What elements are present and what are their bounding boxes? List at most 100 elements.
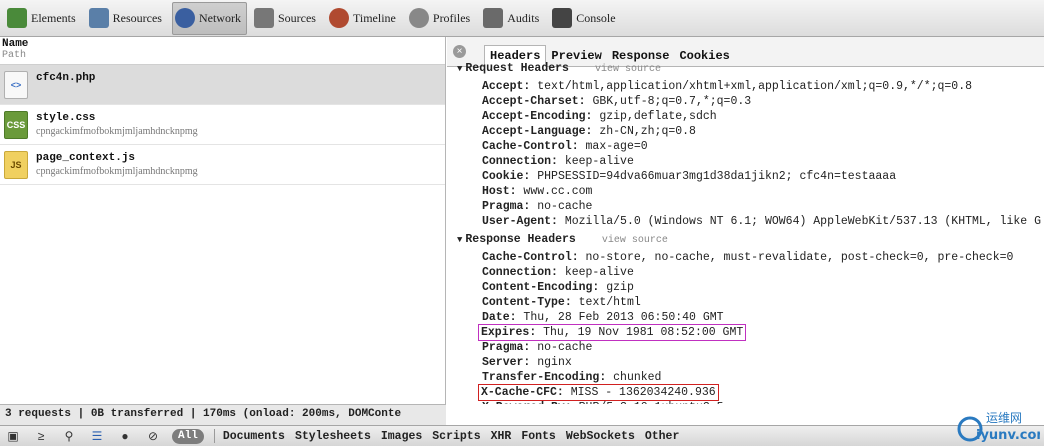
header-line: Accept-Language: zh-CN,zh;q=0.8: [482, 125, 696, 138]
list-item[interactable]: CSS style.css cpngackimfmofbokmjmljamhdn…: [0, 105, 445, 145]
header-key: Pragma: [482, 341, 524, 354]
path-column-label: Path: [2, 50, 27, 61]
clear-icon[interactable]: ⊘: [144, 428, 162, 444]
filter-scripts[interactable]: Scripts: [432, 430, 480, 443]
tab-elements[interactable]: Elements: [4, 2, 82, 35]
file-name: page_context.js: [36, 152, 136, 164]
name-column-label: Name: [2, 38, 29, 50]
response-headers-section[interactable]: ▼ Response Headers view source: [457, 232, 1044, 248]
devtools-toolbar: Elements Resources Network Sources Timel…: [0, 0, 1044, 37]
status-bar: 3 requests | 0B transferred | 170ms (onl…: [0, 404, 446, 425]
highlight-box: X-Cache-CFC: MISS - 1362034240.936: [478, 384, 719, 401]
view-source-link[interactable]: view source: [602, 235, 668, 246]
header-key: Content-Type: [482, 296, 565, 309]
tab-label: Profiles: [432, 10, 471, 25]
header-value: Thu, 19 Nov 1981 08:52:00 GMT: [543, 326, 744, 339]
header-key: Accept-Charset: [482, 95, 579, 108]
tab-console[interactable]: Console: [549, 2, 621, 35]
search-icon[interactable]: ⚲: [60, 428, 78, 444]
list-view-icon[interactable]: ☰: [88, 428, 106, 444]
header-value: Mozilla/5.0 (Windows NT 6.1; WOW64) Appl…: [564, 215, 1042, 228]
timeline-icon: [328, 8, 349, 28]
header-key: Transfer-Encoding: [482, 371, 600, 384]
dock-icon[interactable]: ▣: [4, 428, 22, 444]
header-key: X-Cache-CFC: [481, 386, 557, 399]
response-headers-list: Cache-Control: no-store, no-cache, must-…: [467, 250, 1044, 404]
collapse-triangle-icon: ▼: [457, 64, 463, 74]
audits-icon: [483, 8, 504, 28]
tab-label: Sources: [277, 10, 316, 25]
header-value: gzip: [606, 281, 634, 294]
css-file-icon: CSS: [4, 111, 28, 139]
header-line: Connection: keep-alive: [482, 155, 634, 168]
elements-icon: [7, 8, 27, 28]
bottom-bar: ▣ ≥ ⚲ ☰ ● ⊘ All Documents Stylesheets Im…: [0, 425, 1044, 446]
header-value: max-age=0: [585, 140, 648, 153]
tab-sources[interactable]: Sources: [251, 2, 322, 35]
header-value: www.cc.com: [523, 185, 593, 198]
tab-resources[interactable]: Resources: [86, 2, 168, 35]
header-value: text/html: [578, 296, 641, 309]
tab-network[interactable]: Network: [171, 1, 247, 35]
profiles-icon: [408, 8, 429, 28]
sources-icon: [253, 8, 274, 28]
list-item[interactable]: <> cfc4n.php: [0, 65, 445, 105]
record-icon[interactable]: ●: [116, 428, 134, 444]
tab-label: Timeline: [352, 10, 396, 25]
header-line: Cache-Control: max-age=0: [482, 140, 648, 153]
network-icon: [174, 8, 195, 28]
highlight-box: Expires: Thu, 19 Nov 1981 08:52:00 GMT: [477, 324, 747, 341]
filter-images[interactable]: Images: [381, 430, 422, 443]
header-key: Host: [482, 185, 510, 198]
header-line: Cache-Control: no-store, no-cache, must-…: [482, 251, 1014, 264]
filter-xhr[interactable]: XHR: [491, 430, 512, 443]
php-file-icon: <>: [4, 71, 28, 99]
tab-label: Elements: [31, 10, 76, 25]
header-key: Accept: [482, 80, 524, 93]
header-key: Cookie: [482, 170, 524, 183]
filter-fonts[interactable]: Fonts: [521, 430, 556, 443]
header-key: Connection: [482, 266, 552, 279]
file-path: cpngackimfmofbokmjmljamhdncknpmg: [36, 126, 198, 137]
filter-other[interactable]: Other: [645, 430, 680, 443]
divider: [213, 429, 215, 443]
filter-all-button[interactable]: All: [172, 428, 204, 444]
header-value: no-cache: [537, 200, 593, 213]
header-line: Server: nginx: [482, 356, 572, 369]
header-line: Content-Encoding: gzip: [482, 281, 634, 294]
header-key: Cache-Control: [482, 140, 572, 153]
header-value: chunked: [613, 371, 662, 384]
filter-documents[interactable]: Documents: [223, 430, 285, 443]
header-key: Expires: [481, 326, 530, 339]
collapse-triangle-icon: ▼: [457, 235, 463, 245]
section-title: Request Headers: [465, 62, 569, 75]
close-icon[interactable]: ×: [453, 45, 466, 58]
list-column-header[interactable]: Name Path: [0, 37, 445, 65]
header-line: Connection: keep-alive: [482, 266, 634, 279]
header-line: Transfer-Encoding: chunked: [482, 371, 662, 384]
header-value: nginx: [537, 356, 572, 369]
header-key: X-Powered-By: [482, 401, 565, 404]
view-source-link[interactable]: view source: [595, 64, 661, 75]
file-name: cfc4n.php: [36, 72, 96, 84]
request-headers-section[interactable]: ▼ Request Headers view source: [457, 61, 1044, 77]
header-key: Server: [482, 356, 524, 369]
console-drawer-icon[interactable]: ≥: [32, 428, 50, 444]
filter-stylesheets[interactable]: Stylesheets: [295, 430, 371, 443]
header-line: X-Cache-CFC: MISS - 1362034240.936: [467, 384, 1044, 401]
tab-profiles[interactable]: Profiles: [406, 2, 476, 35]
tab-label: Network: [198, 10, 241, 25]
watermark-line1: 运维网: [986, 411, 1022, 425]
request-headers-list: Accept: text/html,application/xhtml+xml,…: [467, 79, 1044, 229]
header-line: Expires: Thu, 19 Nov 1981 08:52:00 GMT: [467, 324, 1044, 341]
tab-audits[interactable]: Audits: [480, 2, 545, 35]
tab-timeline[interactable]: Timeline: [326, 2, 402, 35]
filter-websockets[interactable]: WebSockets: [566, 430, 635, 443]
header-line: X-Powered-By: PHP/5.3.10-1ubuntu3.5: [467, 400, 1044, 404]
header-key: Connection: [482, 155, 552, 168]
tab-label: Resources: [112, 10, 162, 25]
header-value: zh-CN,zh;q=0.8: [599, 125, 696, 138]
header-key: Accept-Encoding: [482, 110, 586, 123]
list-item[interactable]: JS page_context.js cpngackimfmofbokmjmlj…: [0, 145, 445, 185]
header-line: Accept-Charset: GBK,utf-8;q=0.7,*;q=0.3: [482, 95, 752, 108]
